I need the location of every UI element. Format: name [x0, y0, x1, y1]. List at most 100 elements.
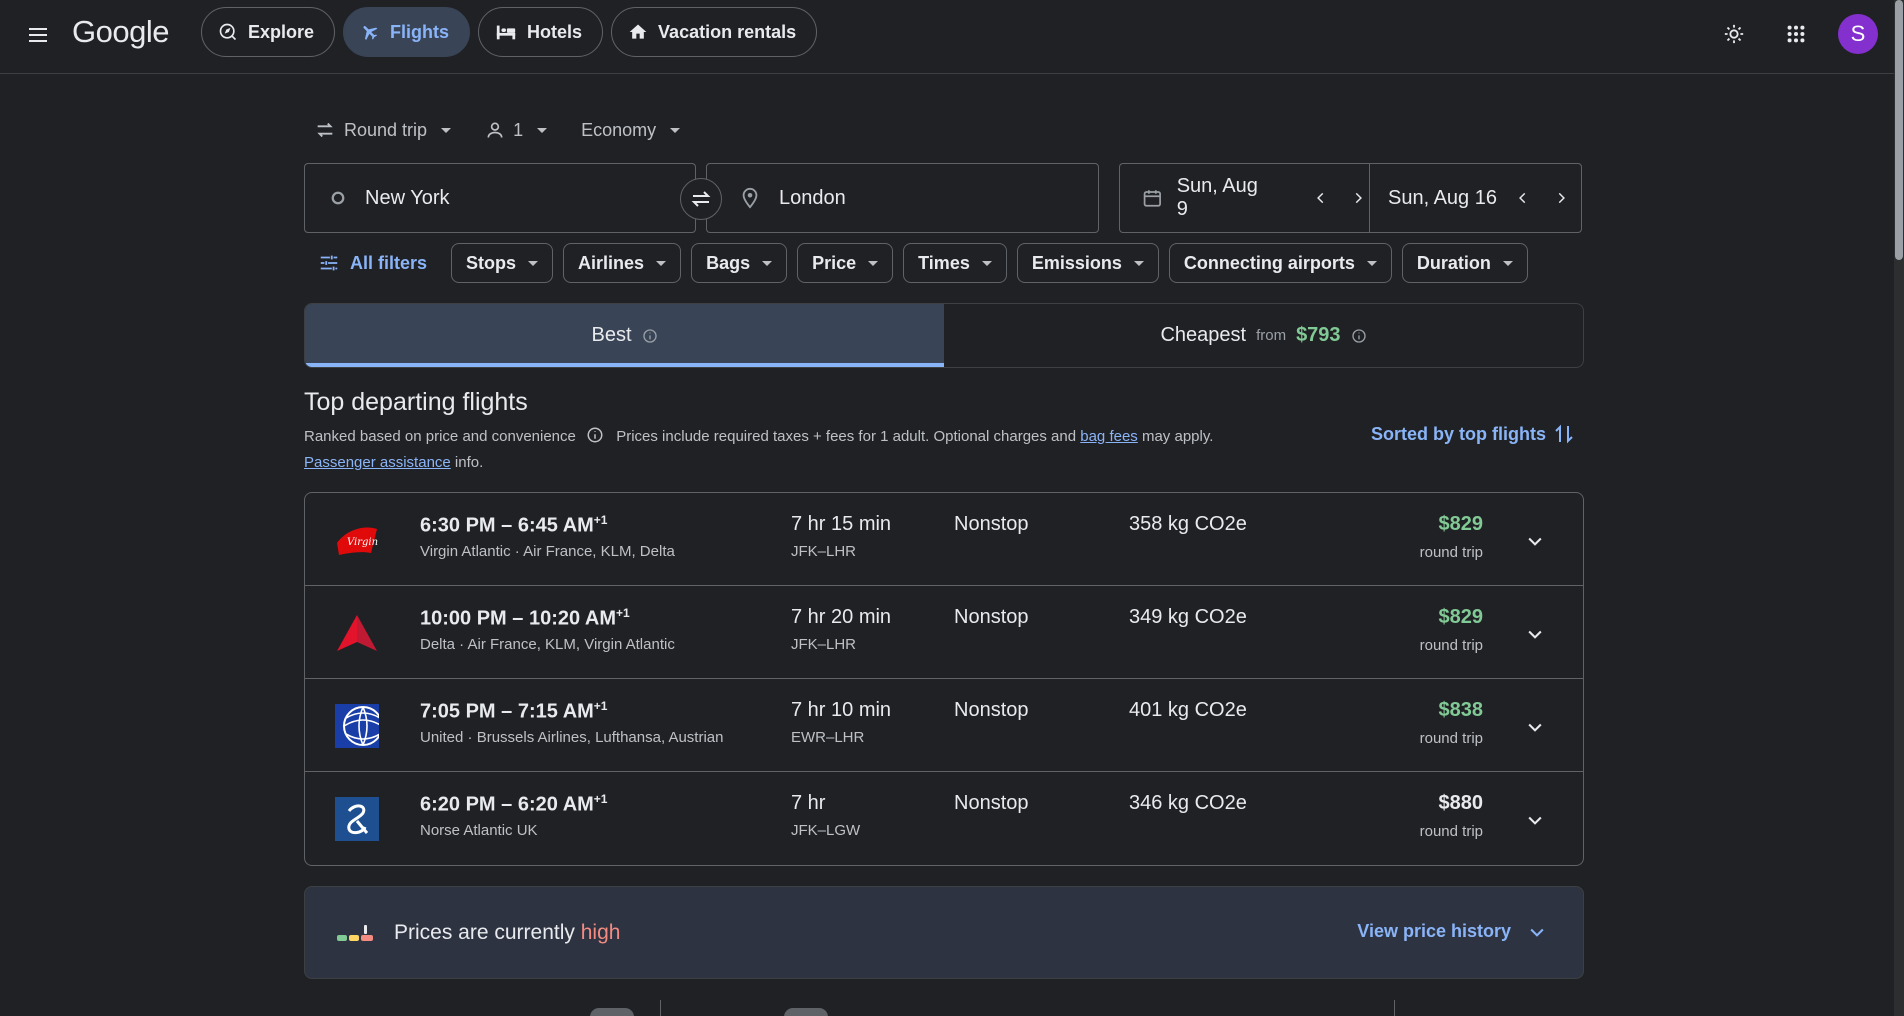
departure-date-field[interactable]: Sun, Aug 9 — [1120, 164, 1370, 232]
flight-times: 7:05 PM – 7:15 AM+1 — [420, 699, 608, 723]
tab-flights[interactable]: Flights — [343, 7, 471, 57]
flight-emissions: 346 kg CO2e — [1129, 792, 1247, 814]
chevron-down-icon — [868, 260, 879, 266]
page-scrollbar[interactable] — [1894, 0, 1904, 1016]
theme-toggle-button[interactable] — [1714, 14, 1754, 54]
flight-duration: 7 hr 15 min — [791, 513, 892, 535]
bag-fees-link[interactable]: bag fees — [1080, 428, 1138, 445]
origin-value: New York — [365, 186, 450, 209]
depart-time: 7:05 PM — [420, 700, 496, 723]
flight-duration: 7 hr — [791, 792, 826, 814]
price-level: high — [580, 921, 621, 944]
chevron-down-icon — [1528, 630, 1542, 639]
filter-bar: All filters Stops Airlines Bags Price Ti… — [304, 243, 1528, 283]
svg-text:Virgin: Virgin — [347, 537, 378, 548]
toggle-switch[interactable] — [784, 1008, 828, 1016]
price-type: round trip — [1419, 637, 1483, 654]
trip-type-select[interactable]: Round trip — [304, 112, 461, 148]
filter-chip-airlines[interactable]: Airlines — [563, 243, 682, 283]
home-icon — [629, 24, 647, 39]
airline-names: Norse Atlantic UK — [420, 822, 538, 839]
origin-field[interactable]: New York — [304, 163, 696, 233]
results-info: Ranked based on price and convenience Pr… — [304, 424, 1344, 476]
tab-cheapest-label: Cheapest — [1160, 324, 1247, 346]
filter-chip-stops[interactable]: Stops — [451, 243, 554, 283]
passenger-assistance-link[interactable]: Passenger assistance — [304, 454, 451, 471]
tab-cheapest[interactable]: Cheapest from $793 — [944, 304, 1583, 367]
all-filters-button[interactable]: All filters — [304, 243, 441, 283]
tab-hotels[interactable]: Hotels — [478, 7, 604, 57]
departure-next-day-button[interactable] — [1346, 186, 1369, 210]
price-insight-text: Prices are currently high — [394, 921, 620, 945]
top-app-bar: Google Explore Flights Hotels Vacation r… — [0, 0, 1894, 74]
sort-order-button[interactable]: Sorted by top flights — [1371, 422, 1576, 446]
hotel-icon — [496, 25, 516, 40]
flight-price: $838 — [1438, 699, 1484, 721]
divider — [660, 1000, 661, 1016]
filter-chip-price[interactable]: Price — [797, 243, 894, 283]
filter-chip-connecting-airports[interactable]: Connecting airports — [1168, 243, 1392, 283]
flight-emissions: 401 kg CO2e — [1129, 699, 1247, 721]
day-offset: +1 — [593, 792, 608, 806]
prices-disclaimer: Prices include required taxes + fees for… — [616, 428, 1077, 445]
toggle-switch[interactable] — [590, 1008, 634, 1016]
flight-row[interactable]: 6:20 PM – 6:20 AM+1 Norse Atlantic UK 7 … — [305, 772, 1583, 865]
google-logo[interactable]: Google — [72, 14, 169, 50]
return-date-value: Sun, Aug 16 — [1388, 186, 1497, 209]
flight-row[interactable]: 7:05 PM – 7:15 AM+1 United · Brussels Ai… — [305, 679, 1583, 772]
flight-stops: Nonstop — [954, 792, 1029, 814]
depart-time: 10:00 PM — [420, 607, 507, 630]
filter-chip-label: Duration — [1416, 252, 1491, 273]
chevron-down-icon — [1502, 260, 1513, 266]
trip-options-row: Round trip 1 Economy — [304, 112, 690, 148]
flight-icon — [363, 26, 378, 40]
expand-flight-button[interactable] — [1517, 523, 1553, 559]
expand-flight-button[interactable] — [1517, 616, 1553, 652]
dates-field: Sun, Aug 9 Sun, Aug 16 — [1119, 163, 1582, 233]
cheapest-from-label: from — [1256, 327, 1287, 344]
cheapest-price: $793 — [1296, 324, 1341, 346]
price-type: round trip — [1419, 730, 1483, 747]
info-icon[interactable] — [1351, 328, 1367, 344]
chevron-down-icon — [1133, 260, 1144, 266]
expand-flight-button[interactable] — [1517, 802, 1553, 838]
flight-results-list: Virgin 6:30 PM – 6:45 AM+1 Virgin Atlant… — [304, 492, 1584, 866]
swap-locations-button[interactable] — [680, 178, 722, 220]
chevron-down-icon — [1530, 928, 1544, 937]
destination-field[interactable]: London — [706, 163, 1099, 233]
norse-atlantic-logo — [335, 797, 379, 841]
apps-button[interactable] — [1776, 14, 1816, 54]
info-icon[interactable] — [642, 328, 658, 344]
origin-circle-icon — [331, 191, 345, 205]
expand-flight-button[interactable] — [1517, 709, 1553, 745]
filter-chip-emissions[interactable]: Emissions — [1016, 243, 1159, 283]
passengers-select[interactable]: 1 — [475, 112, 557, 148]
filter-chip-label: Airlines — [578, 252, 645, 273]
chevron-down-icon — [1528, 816, 1542, 825]
tab-explore[interactable]: Explore — [201, 7, 336, 57]
cabin-class-select[interactable]: Economy — [571, 112, 690, 148]
departure-prev-day-button[interactable] — [1310, 186, 1333, 210]
main-menu-button[interactable] — [18, 15, 58, 55]
chevron-right-icon — [1355, 192, 1362, 204]
chevron-down-icon — [528, 260, 539, 266]
account-avatar[interactable]: S — [1838, 14, 1878, 54]
chevron-down-icon — [981, 260, 992, 266]
flight-stops: Nonstop — [954, 606, 1029, 628]
tab-best[interactable]: Best — [305, 304, 944, 367]
info-icon[interactable] — [586, 426, 604, 444]
return-prev-day-button[interactable] — [1511, 186, 1535, 210]
filter-chip-bags[interactable]: Bags — [691, 243, 788, 283]
tab-vacation-rentals[interactable]: Vacation rentals — [611, 7, 818, 57]
view-price-history-button[interactable]: View price history — [1357, 921, 1547, 942]
scrollbar-thumb[interactable] — [1895, 0, 1903, 260]
flight-times: 6:20 PM – 6:20 AM+1 — [420, 792, 608, 816]
depart-time: 6:30 PM — [420, 514, 496, 537]
flight-row[interactable]: Virgin 6:30 PM – 6:45 AM+1 Virgin Atlant… — [305, 493, 1583, 586]
flight-row[interactable]: 10:00 PM – 10:20 AM+1 Delta · Air France… — [305, 586, 1583, 679]
filter-chip-duration[interactable]: Duration — [1401, 243, 1528, 283]
return-next-day-button[interactable] — [1549, 186, 1573, 210]
filter-chip-times[interactable]: Times — [903, 243, 1007, 283]
airline-names: Delta · Air France, KLM, Virgin Atlantic — [420, 636, 675, 653]
return-date-field[interactable]: Sun, Aug 16 — [1370, 164, 1581, 232]
